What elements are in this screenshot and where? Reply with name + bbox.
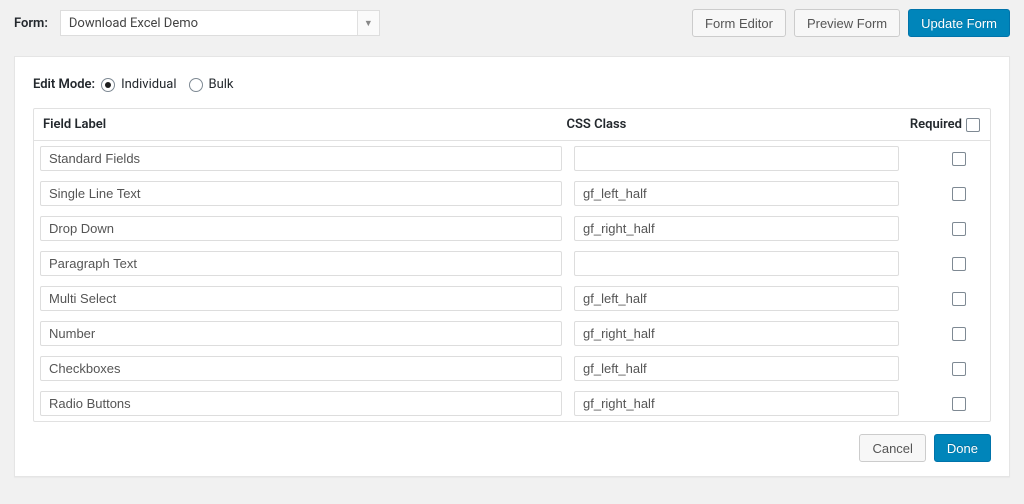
form-label: Form:	[14, 16, 48, 31]
footer-buttons: Cancel Done	[33, 434, 991, 462]
css-class-input[interactable]	[574, 216, 899, 241]
required-all-checkbox[interactable]	[966, 118, 980, 132]
field-label-input[interactable]	[40, 356, 562, 381]
required-checkbox[interactable]	[952, 257, 966, 271]
cancel-button[interactable]: Cancel	[859, 434, 925, 462]
table-header: Field Label CSS Class Required	[34, 109, 990, 141]
field-label-input[interactable]	[40, 146, 562, 171]
radio-bulk-label: Bulk	[209, 77, 234, 92]
required-checkbox[interactable]	[952, 222, 966, 236]
radio-individual[interactable]	[101, 78, 115, 92]
edit-mode-label: Edit Mode:	[33, 77, 95, 92]
css-class-input[interactable]	[574, 286, 899, 311]
css-class-input[interactable]	[574, 251, 899, 276]
field-label-input[interactable]	[40, 181, 562, 206]
field-label-input[interactable]	[40, 286, 562, 311]
field-label-input[interactable]	[40, 251, 562, 276]
field-label-input[interactable]	[40, 216, 562, 241]
css-class-input[interactable]	[574, 356, 899, 381]
col-css-class: CSS Class	[563, 117, 910, 132]
table-row	[34, 176, 990, 211]
css-class-input[interactable]	[574, 321, 899, 346]
editor-panel: Edit Mode: Individual Bulk Field Label C…	[14, 56, 1010, 477]
table-row	[34, 351, 990, 386]
radio-individual-label: Individual	[121, 77, 176, 92]
required-checkbox[interactable]	[952, 362, 966, 376]
col-required: Required	[910, 117, 982, 132]
table-row	[34, 211, 990, 246]
field-label-input[interactable]	[40, 321, 562, 346]
css-class-input[interactable]	[574, 181, 899, 206]
css-class-input[interactable]	[574, 146, 899, 171]
css-class-input[interactable]	[574, 391, 899, 416]
field-label-input[interactable]	[40, 391, 562, 416]
required-checkbox[interactable]	[952, 327, 966, 341]
form-select-value: Download Excel Demo	[69, 16, 198, 31]
col-field-label: Field Label	[39, 117, 563, 132]
table-row	[34, 316, 990, 351]
required-checkbox[interactable]	[952, 397, 966, 411]
required-checkbox[interactable]	[952, 187, 966, 201]
chevron-down-icon: ▼	[357, 11, 379, 35]
done-button[interactable]: Done	[934, 434, 991, 462]
form-select[interactable]: Download Excel Demo ▼	[60, 10, 380, 36]
table-row	[34, 141, 990, 176]
form-editor-button[interactable]: Form Editor	[692, 9, 786, 37]
table-row	[34, 386, 990, 421]
update-form-button[interactable]: Update Form	[908, 9, 1010, 37]
fields-table: Field Label CSS Class Required	[33, 108, 991, 422]
table-row	[34, 246, 990, 281]
table-row	[34, 281, 990, 316]
required-checkbox[interactable]	[952, 152, 966, 166]
top-toolbar: Form: Download Excel Demo ▼ Form Editor …	[0, 0, 1024, 46]
edit-mode-row: Edit Mode: Individual Bulk	[33, 77, 991, 92]
required-checkbox[interactable]	[952, 292, 966, 306]
radio-bulk[interactable]	[189, 78, 203, 92]
col-required-label: Required	[910, 117, 962, 132]
preview-form-button[interactable]: Preview Form	[794, 9, 900, 37]
